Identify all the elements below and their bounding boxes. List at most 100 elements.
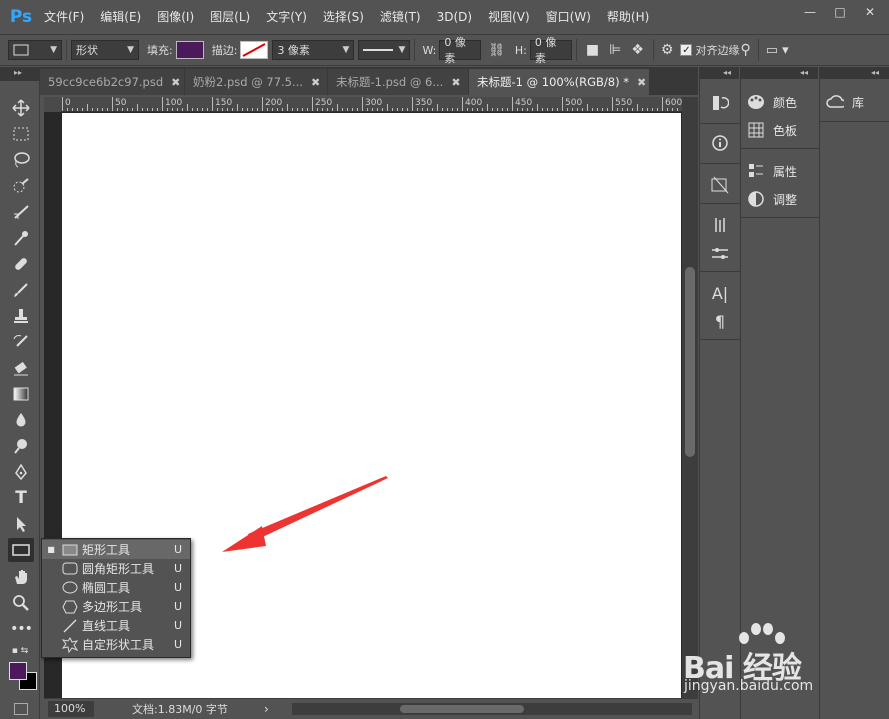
- crop-tool[interactable]: [8, 200, 34, 224]
- paragraph-panel-icon[interactable]: ¶: [708, 309, 732, 333]
- ruler-minor-tick: [202, 108, 203, 111]
- ruler-minor-tick: [122, 108, 123, 111]
- clone-stamp-tool[interactable]: [8, 304, 34, 328]
- info-icon[interactable]: [708, 131, 732, 155]
- menu-image[interactable]: 图像(I): [149, 0, 202, 34]
- gradient-tool[interactable]: [8, 382, 34, 406]
- menu-type[interactable]: 文字(Y): [258, 0, 315, 34]
- collapse-arrows-icon[interactable]: ▸▸: [14, 67, 22, 79]
- tab-label: 59cc9ce6b2c97.psd: [48, 75, 164, 89]
- hand-tool[interactable]: [8, 565, 34, 589]
- path-operations-icon[interactable]: ■: [586, 42, 599, 58]
- ruler-minor-tick: [422, 108, 423, 111]
- horizontal-scrollbar[interactable]: [292, 703, 692, 715]
- lasso-tool[interactable]: [8, 148, 34, 172]
- collapse-arrows-icon[interactable]: ◂◂: [871, 67, 879, 79]
- adjustments-panel-button[interactable]: 调整: [747, 187, 817, 211]
- stroke-width-field[interactable]: 3 像素 ▼: [272, 40, 355, 60]
- status-menu-arrow[interactable]: ›: [264, 702, 269, 716]
- height-field[interactable]: 0 像素: [529, 36, 572, 65]
- flyout-item-line[interactable]: 直线工具 U: [42, 616, 190, 635]
- workspace-switcher-icon[interactable]: ▭ ▾: [766, 43, 789, 58]
- tool-preset-picker[interactable]: ▼: [8, 40, 62, 60]
- path-arrangement-icon[interactable]: ❖: [631, 42, 644, 58]
- foreground-color-swatch[interactable]: [9, 662, 27, 680]
- dodge-tool[interactable]: [8, 434, 34, 458]
- flyout-item-rectangle[interactable]: ■ 矩形工具 U: [42, 540, 190, 559]
- brush-settings-icon[interactable]: [708, 241, 732, 265]
- eyedropper-tool[interactable]: [8, 226, 34, 250]
- flyout-item-custom-shape[interactable]: 自定形状工具 U: [42, 635, 190, 654]
- menu-file[interactable]: 文件(F): [36, 0, 92, 34]
- brush-tool[interactable]: [8, 278, 34, 302]
- ruler-minor-tick: [432, 108, 433, 111]
- close-icon[interactable]: ✖: [637, 76, 646, 89]
- close-icon[interactable]: ✖: [171, 76, 180, 89]
- horizontal-scrollbar-thumb[interactable]: [400, 705, 524, 713]
- flyout-item-rounded-rectangle[interactable]: 圆角矩形工具 U: [42, 559, 190, 578]
- zoom-tool[interactable]: [8, 591, 34, 615]
- default-colors[interactable]: ▪ ⇆: [4, 639, 36, 663]
- vertical-scrollbar-thumb[interactable]: [685, 267, 695, 457]
- ruler-minor-tick: [617, 108, 618, 111]
- collapse-arrows-icon[interactable]: ◂◂: [800, 67, 808, 79]
- quick-selection-tool[interactable]: [8, 174, 34, 198]
- stroke-color-swatch[interactable]: [240, 41, 269, 59]
- eraser-tool[interactable]: [8, 356, 34, 380]
- menu-view[interactable]: 视图(V): [480, 0, 538, 34]
- color-panel-button[interactable]: 颜色: [747, 90, 817, 114]
- close-icon[interactable]: ✖: [451, 76, 460, 89]
- document-tab-active[interactable]: 未标题-1 @ 100%(RGB/8) * ✖: [469, 69, 649, 95]
- history-panel-icon[interactable]: [708, 91, 732, 115]
- edit-toolbar[interactable]: •••: [8, 617, 34, 641]
- brush-presets-icon[interactable]: [708, 213, 732, 237]
- align-edges-checkbox[interactable]: ✓: [680, 44, 693, 56]
- healing-brush-tool[interactable]: [8, 252, 34, 276]
- marquee-tool[interactable]: [8, 122, 34, 146]
- menu-edit[interactable]: 编辑(E): [92, 0, 149, 34]
- gear-icon[interactable]: ⚙: [661, 42, 674, 58]
- document-tab[interactable]: 奶粉2.psd @ 77.5... ✖: [185, 69, 327, 95]
- document-tab[interactable]: 未标题-1.psd @ 6... ✖: [328, 69, 468, 95]
- flyout-item-ellipse[interactable]: 椭圆工具 U: [42, 578, 190, 597]
- mode-select[interactable]: 形状 ▼: [71, 40, 139, 60]
- maximize-button[interactable]: □: [827, 4, 853, 20]
- width-field[interactable]: 0 像素: [439, 36, 482, 65]
- menu-3d[interactable]: 3D(D): [429, 0, 480, 34]
- libraries-panel-button[interactable]: 库: [826, 90, 888, 114]
- pen-tool[interactable]: [8, 460, 34, 484]
- close-window-button[interactable]: ✕: [857, 4, 883, 20]
- fill-color-swatch[interactable]: [175, 41, 204, 59]
- link-icon[interactable]: ⛓: [488, 43, 505, 58]
- ruler-label: 500: [565, 98, 583, 108]
- stroke-type-select[interactable]: ▼: [358, 40, 411, 60]
- minimize-button[interactable]: —: [797, 4, 823, 20]
- close-icon[interactable]: ✖: [311, 76, 320, 89]
- menu-filter[interactable]: 滤镜(T): [372, 0, 429, 34]
- navigator-icon[interactable]: [708, 173, 732, 197]
- history-brush-tool[interactable]: [8, 330, 34, 354]
- menu-help[interactable]: 帮助(H): [599, 0, 657, 34]
- search-icon[interactable]: ⚲: [740, 42, 750, 58]
- type-tool[interactable]: T: [8, 486, 34, 510]
- properties-panel-button[interactable]: 属性: [747, 159, 817, 183]
- blur-tool[interactable]: [8, 408, 34, 432]
- grid-icon: [747, 121, 765, 139]
- quick-mask-icon[interactable]: [14, 703, 28, 715]
- path-selection-tool[interactable]: [8, 512, 34, 536]
- rectangle-tool[interactable]: [8, 538, 34, 562]
- flyout-item-polygon[interactable]: 多边形工具 U: [42, 597, 190, 616]
- dock-header: ◂◂: [740, 67, 818, 79]
- character-panel-icon[interactable]: A|: [708, 281, 732, 305]
- document-tab[interactable]: 59cc9ce6b2c97.psd ✖: [40, 69, 184, 95]
- menu-window[interactable]: 窗口(W): [538, 0, 599, 34]
- swatches-panel-button[interactable]: 色板: [747, 118, 817, 142]
- collapse-arrows-icon[interactable]: ◂◂: [723, 67, 731, 79]
- menu-select[interactable]: 选择(S): [315, 0, 372, 34]
- path-alignment-icon[interactable]: ⊫: [609, 42, 621, 58]
- vertical-scrollbar[interactable]: [682, 97, 698, 698]
- flyout-label: 直线工具: [82, 619, 131, 633]
- zoom-field[interactable]: 100%: [48, 701, 94, 717]
- menu-layer[interactable]: 图层(L): [202, 0, 258, 34]
- move-tool[interactable]: [8, 96, 34, 120]
